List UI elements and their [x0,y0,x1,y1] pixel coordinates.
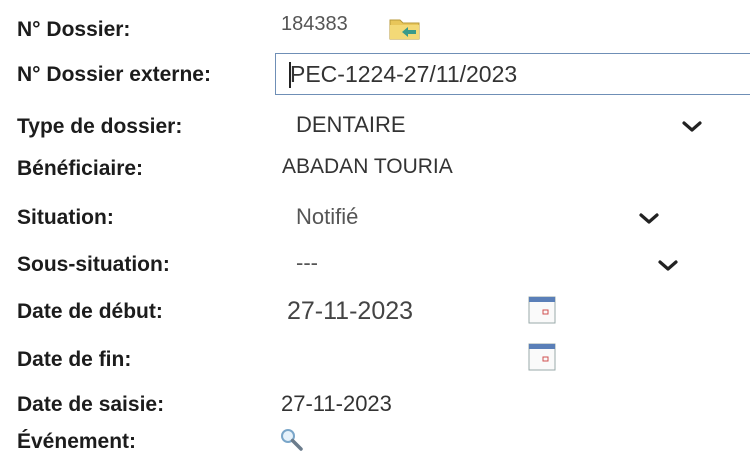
chevron-down-icon[interactable] [657,259,679,273]
calendar-icon[interactable] [528,343,556,371]
search-icon[interactable] [279,427,305,453]
calendar-icon[interactable] [528,296,556,324]
folder-icon[interactable] [388,15,422,41]
type-dossier-select[interactable]: DENTAIRE [296,114,406,136]
dossier-externe-input[interactable] [275,53,750,95]
chevron-down-icon[interactable] [681,120,703,134]
date-saisie-label: Date de saisie: [17,393,165,416]
evenement-label: Événement: [17,430,137,453]
date-debut-value[interactable]: 27-11-2023 [287,299,413,324]
situation-label: Situation: [17,206,114,229]
sous-situation-label: Sous-situation: [17,253,170,276]
beneficiaire-label: Bénéficiaire: [17,157,144,180]
text-caret [289,62,291,88]
date-saisie-value: 27-11-2023 [281,391,392,416]
dossier-externe-label: N° Dossier externe: [17,63,211,86]
situation-select[interactable]: Notifié [296,206,358,228]
dossier-value: 184383 [281,13,348,35]
sous-situation-select[interactable]: --- [296,252,318,274]
date-fin-label: Date de fin: [17,348,132,371]
chevron-down-icon[interactable] [638,212,660,226]
beneficiaire-value: ABADAN TOURIA [282,155,453,178]
date-debut-label: Date de début: [17,300,163,323]
dossier-label: N° Dossier: [17,18,131,41]
type-dossier-label: Type de dossier: [17,115,183,138]
